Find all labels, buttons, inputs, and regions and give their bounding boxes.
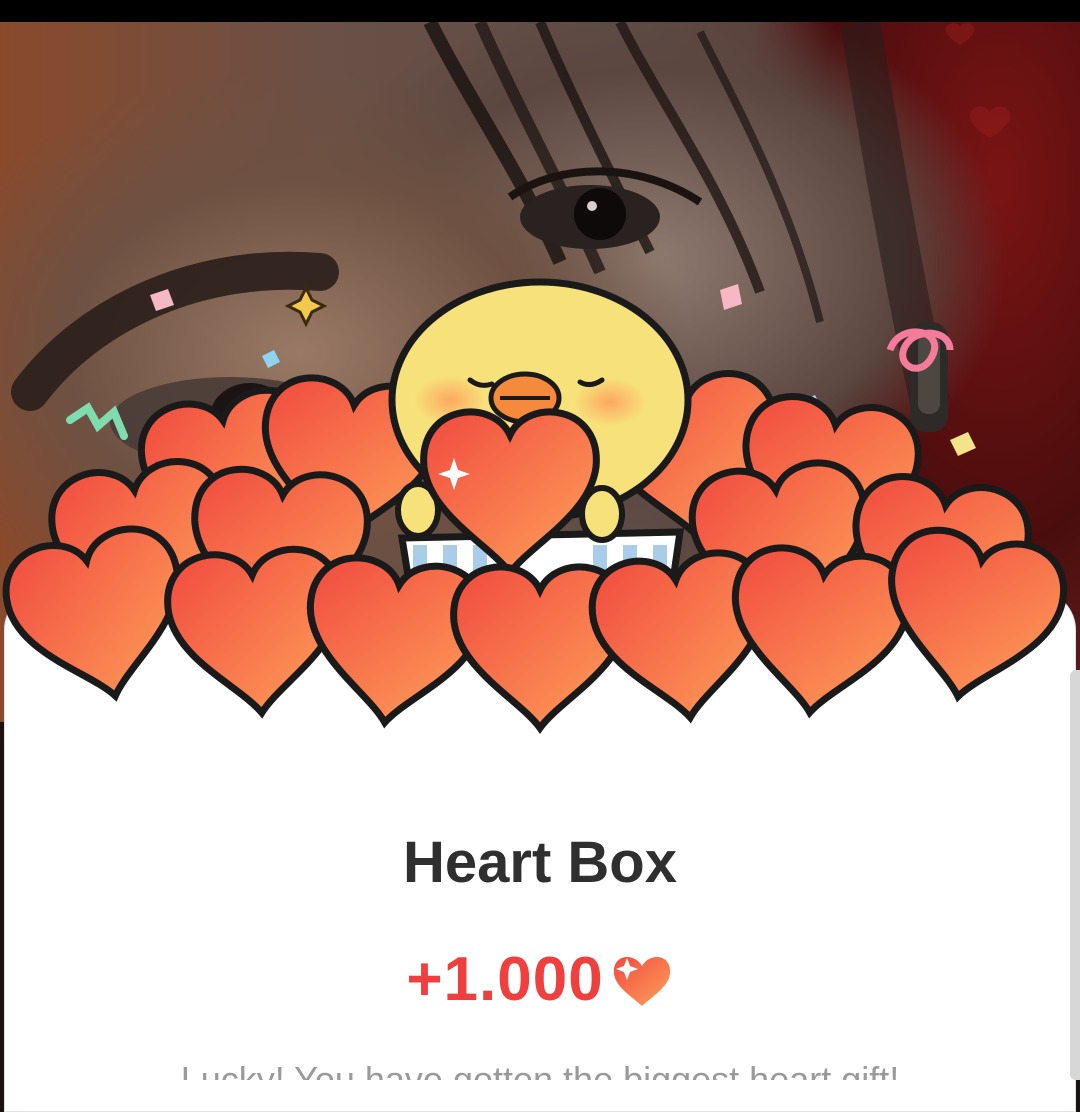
confetti <box>950 432 976 456</box>
confetti <box>720 284 742 310</box>
status-bar <box>0 0 1080 22</box>
reward-description: Lucky! You have gotten the biggest heart… <box>0 1060 1080 1080</box>
confetti <box>150 289 174 311</box>
reward-amount: +1.000 <box>406 945 604 1014</box>
confetti <box>886 328 954 372</box>
dialog-title: Heart Box <box>403 830 677 895</box>
confetti <box>262 350 280 368</box>
heart-icon <box>613 956 670 1006</box>
reward-amount-row: +1.000 <box>0 944 1080 1016</box>
confetti <box>66 402 128 440</box>
sparkle-icon <box>284 284 328 328</box>
heart-box-illustration <box>0 278 1080 750</box>
